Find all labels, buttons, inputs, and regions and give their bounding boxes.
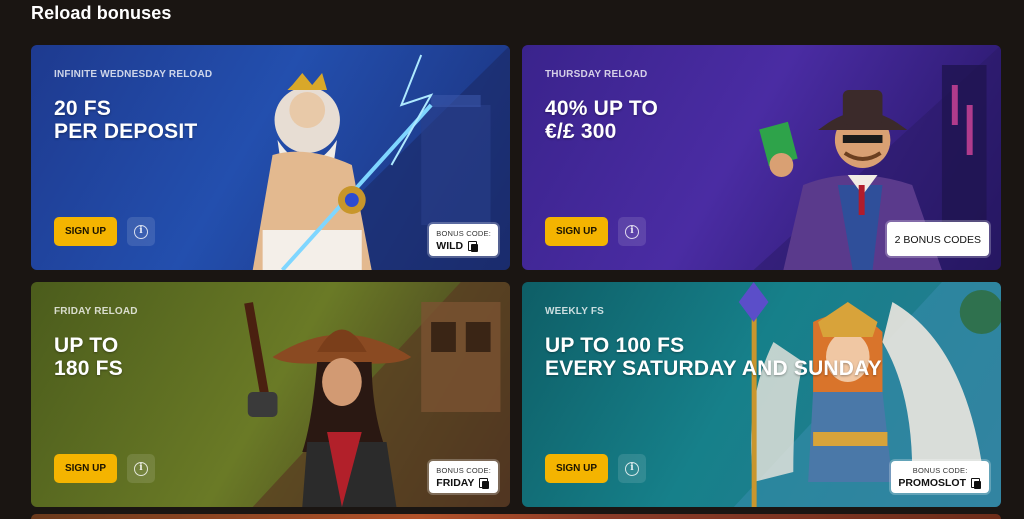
card-eyebrow: WEEKLY FS [545,306,605,317]
bonus-code-value: 2 BONUS CODES [894,234,981,246]
card-eyebrow: THURSDAY RELOAD [545,69,648,80]
info-button[interactable]: i [127,454,155,483]
sign-up-button[interactable]: SIGN UP [54,217,117,246]
sign-up-button[interactable]: SIGN UP [545,217,608,246]
section-title: Reload bonuses [31,3,172,23]
bonus-code-label: BONUS CODE: [436,466,491,475]
copy-icon[interactable] [971,477,982,489]
bonus-code-box[interactable]: BONUS CODE: PROMOSLOT [891,461,989,493]
info-button[interactable]: i [618,217,646,246]
sign-up-button[interactable]: SIGN UP [545,454,608,483]
card-eyebrow: INFINITE WEDNESDAY RELOAD [54,69,213,80]
bonus-card-friday[interactable]: FRIDAY RELOAD UP TO 180 FS SIGN UP i BON… [31,282,510,507]
bonus-card-thursday[interactable]: THURSDAY RELOAD 40% UP TO €/£ 300 SIGN U… [522,45,1001,270]
bonus-code-value: FRIDAY [436,477,475,489]
info-icon: i [625,461,639,476]
sign-up-button[interactable]: SIGN UP [54,454,117,483]
info-icon: i [134,224,148,239]
card-headline: UP TO 100 FS EVERY SATURDAY AND SUNDAY [545,334,882,380]
card-headline: UP TO 180 FS [54,334,123,380]
bonus-card-weekly[interactable]: WEEKLY FS UP TO 100 FS EVERY SATURDAY AN… [522,282,1001,507]
copy-icon[interactable] [479,477,490,489]
bonus-code-value: WILD [436,240,464,252]
bonus-code-value: PROMOSLOT [898,477,966,489]
info-button[interactable]: i [618,454,646,483]
card-headline: 20 FS PER DEPOSIT [54,97,198,143]
copy-icon[interactable] [468,240,479,252]
bonus-code-box[interactable]: BONUS CODE: FRIDAY [429,461,498,493]
bonus-code-box[interactable]: BONUS CODE: WILD [429,224,498,256]
bonus-codes-button[interactable]: 2 BONUS CODES [886,222,989,256]
info-icon: i [625,224,639,239]
card-eyebrow: FRIDAY RELOAD [54,306,138,317]
info-icon: i [134,461,148,476]
info-button[interactable]: i [127,217,155,246]
bonus-code-label: BONUS CODE: [912,466,968,475]
bonus-card-wednesday[interactable]: INFINITE WEDNESDAY RELOAD 20 FS PER DEPO… [31,45,510,270]
bonus-code-label: BONUS CODE: [436,229,491,238]
card-headline: 40% UP TO €/£ 300 [545,97,659,143]
next-row-card-edge [31,514,1001,519]
